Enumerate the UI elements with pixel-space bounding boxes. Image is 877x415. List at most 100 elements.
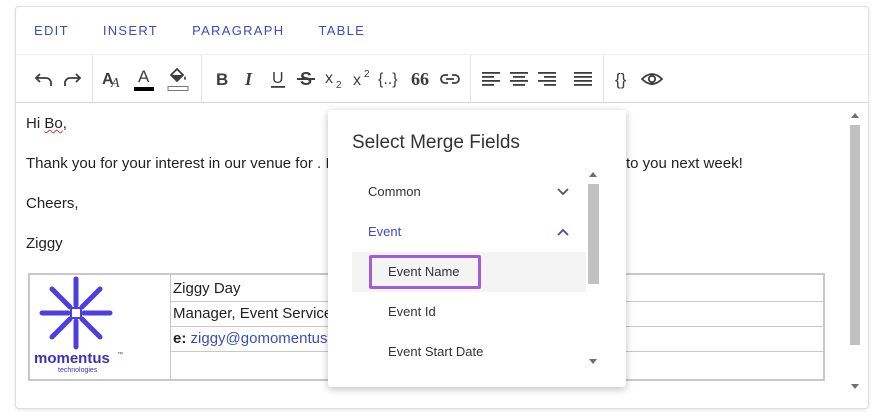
code-block-button[interactable]: {..}	[376, 63, 408, 95]
align-right-button[interactable]	[533, 63, 561, 95]
fill-color-button[interactable]	[161, 63, 195, 95]
chevron-down-icon	[557, 188, 569, 196]
greeting-name: Bo	[44, 115, 63, 132]
align-left-button[interactable]	[477, 63, 505, 95]
font-group: A A A	[93, 54, 202, 103]
fill-color-icon	[167, 67, 189, 91]
mf-group-event[interactable]: Event	[352, 212, 586, 252]
history-group	[24, 54, 93, 103]
svg-text:{}: {}	[615, 70, 627, 89]
quote-button[interactable]: 66	[408, 63, 436, 95]
align-center-icon	[510, 71, 528, 86]
chevron-up-icon	[557, 228, 569, 236]
menubar: EDIT INSERT PARAGRAPH TABLE	[16, 7, 868, 55]
preview-icon	[640, 72, 664, 85]
font-size-icon: A A	[102, 71, 120, 90]
bold-button[interactable]: B	[208, 63, 236, 95]
email-label: e:	[173, 330, 187, 347]
rich-text-editor: EDIT INSERT PARAGRAPH TABLE A A A B I U …	[16, 7, 868, 408]
mf-item-event-name[interactable]: Event Name	[352, 252, 586, 292]
undo-button[interactable]	[30, 63, 58, 95]
greeting-suffix: ,	[62, 115, 67, 132]
link-icon	[440, 73, 460, 84]
menu-edit[interactable]: EDIT	[34, 17, 69, 44]
link-button[interactable]	[436, 63, 464, 95]
underline-icon: U	[271, 70, 285, 88]
menu-table[interactable]: TABLE	[318, 17, 365, 44]
mf-scroll-up-arrow[interactable]	[589, 172, 597, 177]
font-size-button[interactable]: A A	[99, 63, 127, 95]
bold-icon: B	[216, 70, 228, 89]
svg-text:2: 2	[336, 80, 342, 90]
align-left-icon	[482, 71, 500, 86]
body-line-left: Thank you for your interest in our venue…	[26, 155, 330, 172]
svg-text:x: x	[353, 72, 361, 89]
mf-scroll-down-arrow[interactable]	[589, 359, 597, 364]
preview-button[interactable]	[638, 63, 666, 95]
logo-subtext: technologies	[58, 367, 98, 374]
format-group: B I U S x2 x2 {..} 66	[202, 54, 471, 103]
italic-icon: I	[244, 69, 253, 89]
toolbar: A A A B I U S x 2 x 2 {..} 66 {}	[16, 54, 868, 103]
font-color-button[interactable]: A	[127, 63, 161, 95]
popup-title: Select Merge Fields	[352, 132, 520, 153]
scroll-thumb[interactable]	[850, 125, 860, 345]
svg-text:U: U	[272, 70, 284, 87]
momentus-logo-icon: momentus ™ technologies	[34, 276, 123, 374]
svg-text:{..}: {..}	[378, 71, 398, 88]
svg-text:x: x	[325, 70, 333, 87]
code-block-icon: {..}	[378, 71, 398, 88]
company-logo: momentus ™ technologies	[30, 275, 171, 379]
italic-button[interactable]: I	[236, 63, 264, 95]
align-group	[471, 54, 604, 103]
extras-group: {}	[604, 55, 672, 103]
align-justify-icon	[574, 71, 592, 86]
mf-item-event-start-date-label: Event Start Date	[388, 344, 484, 359]
align-right-icon	[538, 71, 556, 86]
signer-line: Ziggy	[26, 235, 63, 252]
strikethrough-button[interactable]: S	[292, 63, 320, 95]
menu-paragraph[interactable]: PARAGRAPH	[192, 17, 284, 44]
logo-trademark: ™	[117, 351, 123, 358]
greeting-line: Hi Bo,	[26, 115, 67, 132]
menu-insert[interactable]: INSERT	[103, 17, 158, 44]
mf-item-event-id[interactable]: Event Id	[352, 292, 586, 332]
selection-highlight	[369, 255, 481, 289]
svg-text:A: A	[110, 76, 120, 90]
underline-button[interactable]: U	[264, 63, 292, 95]
font-color-icon: A	[134, 67, 154, 91]
superscript-button[interactable]: x2	[348, 63, 376, 95]
strikethrough-icon: S	[297, 69, 315, 89]
redo-icon	[64, 72, 82, 86]
email-link[interactable]: ziggy@gomomentus.	[191, 330, 332, 347]
fill-color-swatch	[167, 85, 189, 91]
quote-icon: 66	[411, 69, 429, 89]
merge-fields-list: Common Event Event Name Event Id Event S…	[352, 170, 602, 366]
align-justify-button[interactable]	[569, 63, 597, 95]
mf-group-event-label: Event	[368, 224, 402, 239]
editor-scrollbar[interactable]	[848, 111, 862, 391]
svg-text:I: I	[244, 69, 253, 89]
mf-group-common-label: Common	[368, 184, 421, 199]
mf-group-common[interactable]: Common	[352, 172, 586, 212]
font-color-swatch	[134, 86, 154, 91]
svg-text:A: A	[138, 67, 150, 86]
merge-fields-scrollbar[interactable]	[586, 170, 601, 366]
scroll-up-arrow[interactable]	[851, 113, 859, 118]
align-center-button[interactable]	[505, 63, 533, 95]
svg-text:66: 66	[411, 69, 429, 89]
merge-fields-popup: Select Merge Fields Common Event Event N…	[328, 110, 626, 387]
merge-fields-button[interactable]: {}	[610, 63, 638, 95]
mf-item-event-start-date[interactable]: Event Start Date	[352, 332, 586, 366]
redo-button[interactable]	[58, 63, 86, 95]
mf-scroll-thumb[interactable]	[588, 184, 599, 284]
logo-wordmark: momentus	[34, 350, 110, 367]
svg-text:2: 2	[364, 69, 370, 80]
greeting-prefix: Hi	[26, 115, 45, 132]
svg-text:B: B	[216, 70, 228, 89]
subscript-button[interactable]: x2	[320, 63, 348, 95]
merge-fields-icon: {}	[615, 70, 627, 89]
body-line-right: to you next week!	[626, 155, 743, 172]
scroll-down-arrow[interactable]	[851, 384, 859, 389]
superscript-icon: x2	[353, 69, 370, 89]
